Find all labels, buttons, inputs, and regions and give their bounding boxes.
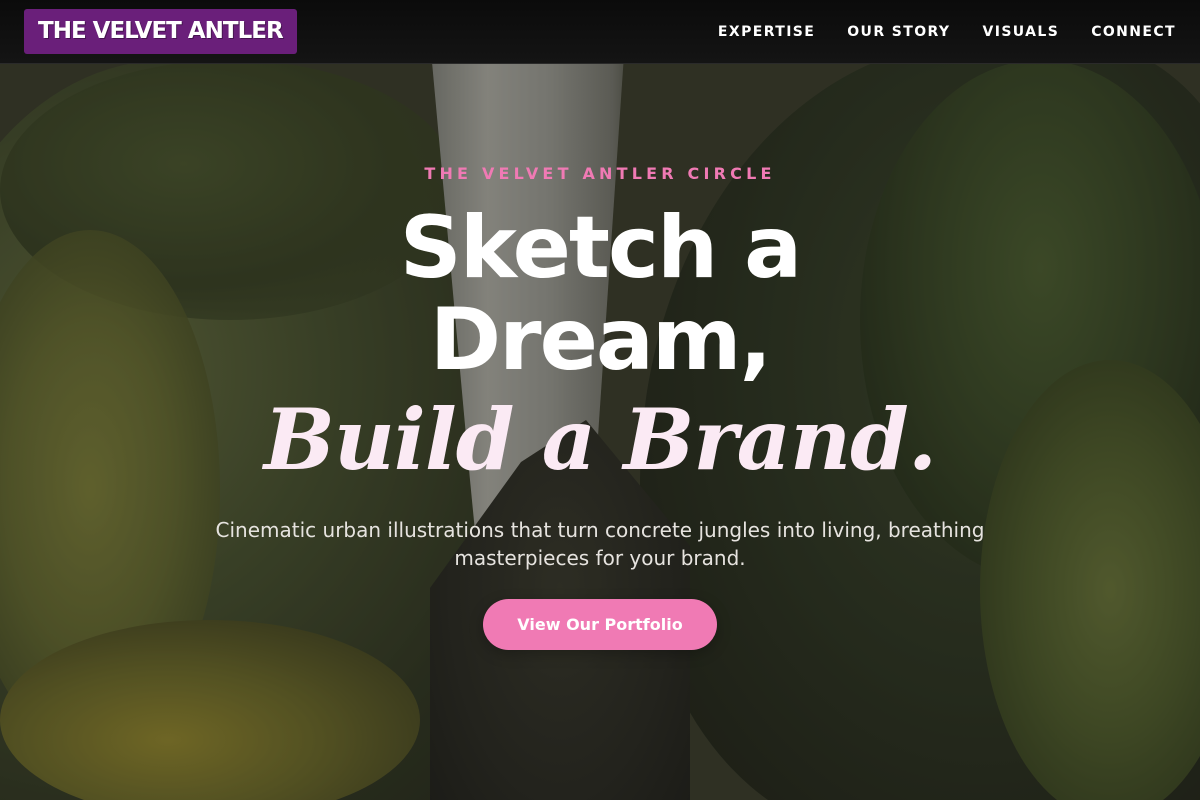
hero-section: THE VELVET ANTLER CIRCLE Sketch a Dream,… <box>0 64 1200 800</box>
main-nav: EXPERTISE OUR STORY VISUALS CONNECT <box>686 24 1176 40</box>
hero-subtitle: Cinematic urban illustrations that turn … <box>215 518 985 570</box>
nav-link-connect[interactable]: CONNECT <box>1091 24 1176 40</box>
site-header: THE VELVET ANTLER EXPERTISE OUR STORY VI… <box>0 0 1200 64</box>
nav-link-visuals[interactable]: VISUALS <box>982 24 1059 40</box>
view-portfolio-button[interactable]: View Our Portfolio <box>483 599 717 650</box>
nav-link-expertise[interactable]: EXPERTISE <box>718 24 815 40</box>
logo[interactable]: THE VELVET ANTLER <box>24 9 297 54</box>
hero-headline: Sketch a Dream, Build a Brand. <box>0 202 1200 488</box>
headline-line-1: Sketch a <box>399 198 802 298</box>
headline-accent: Build a Brand. <box>263 390 937 489</box>
nav-link-our-story[interactable]: OUR STORY <box>847 24 950 40</box>
hero-eyebrow: THE VELVET ANTLER CIRCLE <box>424 164 776 183</box>
headline-line-2: Dream, <box>429 290 772 390</box>
